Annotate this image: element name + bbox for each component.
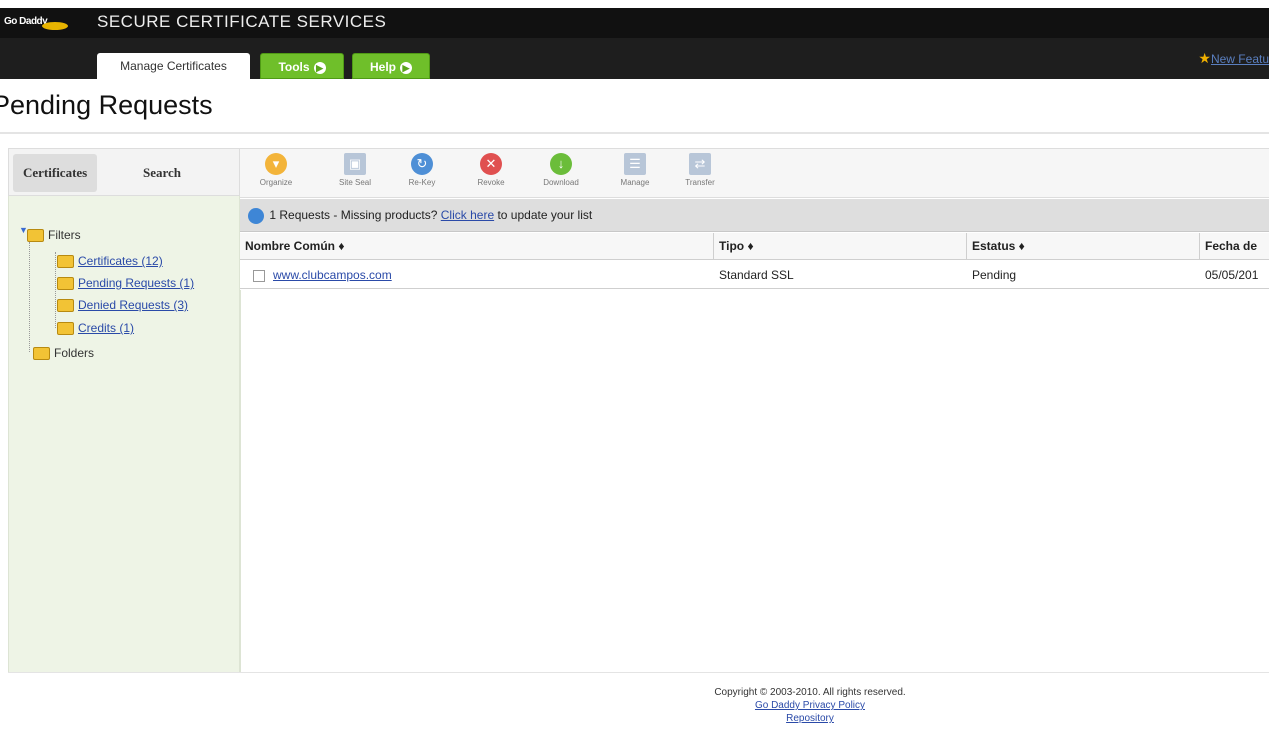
- info-bar: 1 Requests - Missing products? Click her…: [240, 199, 1269, 232]
- new-features-label: New Featu: [1210, 52, 1269, 66]
- footer: Copyright © 2003-2010. All rights reserv…: [620, 686, 1000, 725]
- tree-link-certificates[interactable]: Certificates (12): [78, 254, 163, 268]
- table-header: Nombre Común ♦ Tipo ♦ Estatus ♦ Fecha de: [240, 233, 1269, 260]
- revoke-button[interactable]: ✕ Revoke: [466, 153, 516, 187]
- manage-label: Manage: [620, 178, 650, 187]
- cell-common-name: www.clubcampos.com: [248, 261, 713, 289]
- tab-help-label: Help: [369, 60, 396, 74]
- tree-link-pending-requests[interactable]: Pending Requests (1): [78, 276, 194, 290]
- column-header-status[interactable]: Estatus ♦: [966, 233, 1199, 260]
- tree-item-credits[interactable]: Credits (1): [57, 319, 134, 337]
- column-header-common-name[interactable]: Nombre Común ♦: [240, 233, 713, 260]
- content-divider: [8, 672, 1269, 673]
- rekey-label: Re-Key: [408, 178, 436, 187]
- transfer-icon: ⇄: [689, 153, 711, 175]
- app-title: SECURE CERTIFICATE SERVICES: [97, 12, 387, 31]
- download-label: Download: [543, 178, 579, 187]
- action-toolbar: ▾ Organize ▣ Site Seal ↻ Re-Key ✕ Revoke…: [240, 148, 1269, 198]
- repository-link[interactable]: Repository: [620, 712, 1000, 725]
- star-icon: ★: [1198, 50, 1211, 66]
- folder-icon: [57, 299, 74, 313]
- page-title: Pending Requests: [0, 90, 213, 120]
- download-icon: ↓: [550, 153, 572, 175]
- organize-icon: ▾: [265, 153, 287, 175]
- transfer-button[interactable]: ⇄ Transfer: [675, 153, 725, 187]
- refresh-icon[interactable]: [248, 207, 264, 224]
- tree-item-filters[interactable]: Filters: [27, 226, 81, 244]
- folder-icon: [33, 347, 50, 361]
- site-seal-label: Site Seal: [338, 178, 372, 187]
- tab-tools-label: Tools: [278, 60, 310, 74]
- folder-icon: [57, 322, 74, 336]
- copyright-text: Copyright © 2003-2010. All rights reserv…: [714, 687, 906, 698]
- tab-manage-certificates[interactable]: Manage Certificates: [97, 53, 250, 79]
- tree-item-denied-requests[interactable]: Denied Requests (3): [57, 296, 188, 314]
- site-seal-icon: ▣: [344, 153, 366, 175]
- tree-label-folders: Folders: [54, 346, 95, 360]
- tree-item-certificates[interactable]: Certificates (12): [57, 252, 163, 270]
- revoke-icon: ✕: [480, 153, 502, 175]
- rekey-button[interactable]: ↻ Re-Key: [397, 153, 447, 187]
- revoke-label: Revoke: [477, 178, 505, 187]
- filter-tree: ▼ Filters Certificates (12) Pending Requ…: [8, 196, 240, 673]
- column-header-type[interactable]: Tipo ♦: [713, 233, 966, 260]
- manage-icon: ☰: [624, 153, 646, 175]
- tree-link-denied-requests[interactable]: Denied Requests (3): [78, 298, 188, 312]
- organize-label: Organize: [259, 178, 293, 187]
- cell-type: Standard SSL: [719, 268, 794, 282]
- tab-tools[interactable]: Tools ▶: [260, 53, 344, 79]
- tree-link-credits[interactable]: Credits (1): [78, 321, 134, 335]
- info-text-after: to update your list: [497, 208, 593, 222]
- folder-icon: [57, 277, 74, 291]
- rekey-icon: ↻: [411, 153, 433, 175]
- site-seal-button[interactable]: ▣ Site Seal: [330, 153, 380, 187]
- update-list-link[interactable]: Click here: [441, 208, 494, 222]
- sidebar-tabs: Certificates Search: [8, 148, 240, 196]
- tree-item-pending-requests[interactable]: Pending Requests (1): [57, 274, 194, 292]
- column-header-date[interactable]: Fecha de: [1199, 233, 1269, 260]
- new-features-link[interactable]: ★New Featu: [1198, 50, 1269, 67]
- title-divider: [0, 132, 1269, 134]
- top-header: Go Daddy SECURE CERTIFICATE SERVICES: [0, 8, 1269, 38]
- tab-help[interactable]: Help ▶: [352, 53, 430, 79]
- folder-icon: [57, 255, 74, 269]
- folder-icon: [27, 229, 44, 243]
- tree-connector: [55, 252, 56, 328]
- certificate-link[interactable]: www.clubcampos.com: [273, 268, 392, 282]
- transfer-label: Transfer: [685, 178, 715, 187]
- row-checkbox[interactable]: [253, 269, 265, 282]
- download-button[interactable]: ↓ Download: [536, 153, 586, 187]
- cell-date: 05/05/201: [1205, 268, 1259, 282]
- go-daddy-logo[interactable]: Go Daddy: [4, 16, 48, 27]
- tree-connector: [29, 242, 30, 352]
- content-area: [240, 290, 1269, 673]
- main-tab-bar: Manage Certificates Tools ▶ Help ▶ ★New Fe…: [0, 38, 1269, 79]
- table-row[interactable]: www.clubcampos.com Standard SSL Pending …: [240, 261, 1269, 289]
- manage-button[interactable]: ☰ Manage: [610, 153, 660, 187]
- tree-label-filters: Filters: [48, 228, 81, 242]
- privacy-policy-link[interactable]: Go Daddy Privacy Policy: [620, 699, 1000, 712]
- arrow-right-icon: ▶: [313, 61, 326, 74]
- sidebar-tab-search[interactable]: Search: [133, 154, 191, 192]
- arrow-right-icon: ▶: [400, 61, 412, 74]
- sidebar-tab-certificates[interactable]: Certificates: [13, 154, 98, 192]
- logo-swoosh-icon: [42, 22, 68, 30]
- cell-status: Pending: [972, 268, 1017, 282]
- tree-item-folders[interactable]: Folders: [33, 344, 94, 362]
- organize-button[interactable]: ▾ Organize: [251, 153, 301, 187]
- info-text: 1 Requests - Missing products?: [269, 208, 438, 222]
